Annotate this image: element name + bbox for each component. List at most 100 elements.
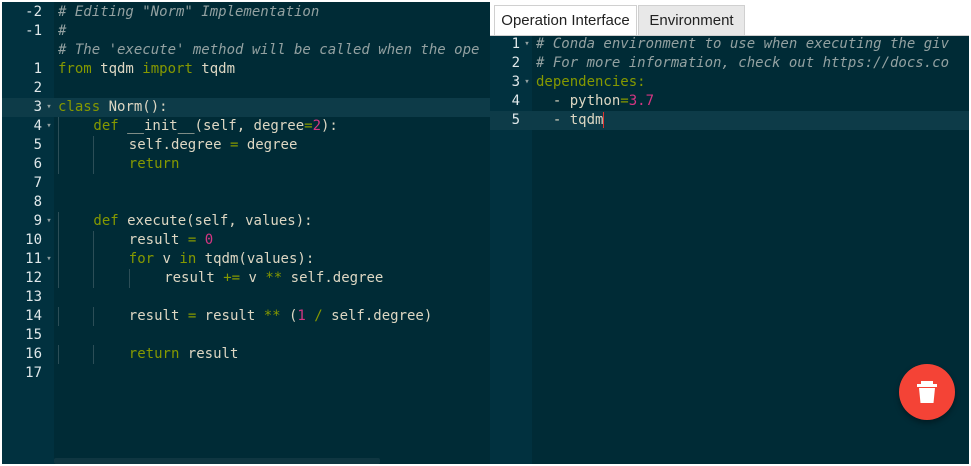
code-token: self.degree) <box>322 308 433 324</box>
code-token: result <box>179 346 239 362</box>
code-line[interactable]: 17 <box>2 364 490 383</box>
fold-arrow-icon[interactable]: ▾ <box>44 250 54 269</box>
code-line[interactable]: 1 ▾ # Conda environment to use when execut… <box>490 35 969 54</box>
code-token: def <box>93 118 119 134</box>
horizontal-scrollbar[interactable] <box>54 458 380 464</box>
code-line[interactable]: 8 <box>2 193 490 212</box>
line-number: 1 <box>33 61 42 77</box>
code-text: result = result ** (1 / self.degree) <box>58 307 433 326</box>
code-token: # Conda environment to use when executin… <box>536 36 950 52</box>
code-token: = <box>620 93 629 109</box>
code-text: return result <box>58 345 239 364</box>
code-token: - tqdm <box>536 112 604 128</box>
code-line[interactable]: 11 ▾ for v in tqdm(values): <box>2 250 490 269</box>
line-number: 12 <box>25 270 42 286</box>
code-text: def __init__(self, degree=2): <box>58 117 337 136</box>
code-line[interactable]: 4 ▾ def __init__(self, degree=2): <box>2 117 490 136</box>
code-token: # For more information, check out https:… <box>536 55 950 71</box>
code-text: result = 0 <box>58 231 213 250</box>
code-token: # <box>58 23 67 39</box>
code-text: # Editing "Norm" Implementation <box>58 3 319 22</box>
code-token: 1 <box>297 308 306 324</box>
fold-arrow-icon[interactable]: ▾ <box>44 117 54 136</box>
code-token: result <box>128 308 188 324</box>
fold-arrow-icon[interactable]: ▾ <box>44 212 54 231</box>
line-number: 3 <box>2 98 42 117</box>
tab-environment[interactable]: Environment <box>638 5 745 35</box>
code-token: def <box>93 213 119 229</box>
line-number: 14 <box>25 308 42 324</box>
code-text: def execute(self, values): <box>58 212 312 231</box>
line-number: 2 <box>33 80 42 96</box>
code-line[interactable]: 1 from tqdm import tqdm <box>2 60 490 79</box>
line-number: 8 <box>33 194 42 210</box>
code-text: # For more information, check out https:… <box>536 54 949 73</box>
code-token: Norm(): <box>100 99 168 115</box>
code-token: ** <box>263 308 281 324</box>
tab-operation-interface[interactable]: Operation Interface <box>494 5 637 35</box>
code-token: result <box>196 308 264 324</box>
trash-icon <box>917 381 937 403</box>
line-number: 5 <box>511 112 520 128</box>
code-token: = <box>187 308 197 324</box>
code-text: for v in tqdm(values): <box>58 250 314 269</box>
line-number: 7 <box>33 175 42 191</box>
code-line[interactable]: 13 <box>2 288 490 307</box>
line-number: -2 <box>25 4 42 20</box>
code-token: tqdm <box>192 61 236 77</box>
code-text: return <box>58 155 180 174</box>
tab-bar: Operation Interface Environment <box>490 2 969 36</box>
code-text: result += v ** self.degree <box>58 269 383 288</box>
code-token: result <box>164 270 224 286</box>
code-token: = <box>187 232 197 248</box>
code-line[interactable]: 6 return <box>2 155 490 174</box>
code-line[interactable]: 3 ▾ class Norm(): <box>2 98 490 117</box>
text-cursor <box>603 112 605 128</box>
code-line[interactable]: 10 result = 0 <box>2 231 490 250</box>
code-text: - tqdm <box>536 111 605 130</box>
code-line[interactable]: 5 - tqdm <box>490 111 969 130</box>
code-token: from <box>58 61 92 77</box>
line-number: 9 <box>33 213 42 229</box>
fold-arrow-icon[interactable]: ▾ <box>44 98 54 117</box>
line-number: 16 <box>25 346 42 362</box>
code-line[interactable]: 12 result += v ** self.degree <box>2 269 490 288</box>
line-number: 5 <box>33 137 42 153</box>
code-line[interactable]: # The 'execute' method will be called wh… <box>2 41 490 60</box>
code-token: self.degree <box>128 137 230 153</box>
code-line[interactable]: 16 return result <box>2 345 490 364</box>
code-line[interactable]: 2 # For more information, check out https… <box>490 54 969 73</box>
code-line[interactable]: -2 # Editing "Norm" Implementation <box>2 3 490 22</box>
code-line[interactable]: 5 self.degree = degree <box>2 136 490 155</box>
code-token: for <box>128 251 155 267</box>
code-line[interactable]: 2 <box>2 79 490 98</box>
code-token: self.degree <box>282 270 384 286</box>
code-token: # Editing "Norm" Implementation <box>58 4 320 20</box>
code-line[interactable]: 14 result = result ** (1 / self.degree) <box>2 307 490 326</box>
code-line[interactable]: 15 <box>2 326 490 345</box>
code-line[interactable]: 4 - python=3.7 <box>490 92 969 111</box>
line-number: 6 <box>33 156 42 172</box>
code-line[interactable]: -1 # <box>2 22 490 41</box>
fold-arrow-icon[interactable]: ▾ <box>522 73 532 92</box>
code-token: tqdm <box>91 61 143 77</box>
line-number: 10 <box>25 232 42 248</box>
delete-button[interactable] <box>899 364 955 420</box>
code-token: 2 <box>312 118 321 134</box>
code-token: ** <box>265 270 283 286</box>
code-text: from tqdm import tqdm <box>58 60 235 79</box>
code-line[interactable]: 7 <box>2 174 490 193</box>
code-text: # Conda environment to use when executin… <box>536 35 949 54</box>
environment-code-editor[interactable]: 1 ▾ # Conda environment to use when execut… <box>490 35 969 130</box>
code-token: class <box>58 99 101 115</box>
code-token: - python <box>536 93 621 109</box>
code-line[interactable]: 9 ▾ def execute(self, values): <box>2 212 490 231</box>
code-token: import <box>142 61 193 77</box>
implementation-code-editor[interactable]: -2 # Editing "Norm" Implementation -1 # # Th… <box>2 2 490 464</box>
line-number: 2 <box>511 55 520 71</box>
code-text: class Norm(): <box>58 98 168 117</box>
fold-arrow-icon[interactable]: ▾ <box>522 35 532 54</box>
code-token: 3.7 <box>628 93 655 109</box>
code-line[interactable]: 3 ▾ dependencies: <box>490 73 969 92</box>
code-token: return <box>128 346 180 362</box>
